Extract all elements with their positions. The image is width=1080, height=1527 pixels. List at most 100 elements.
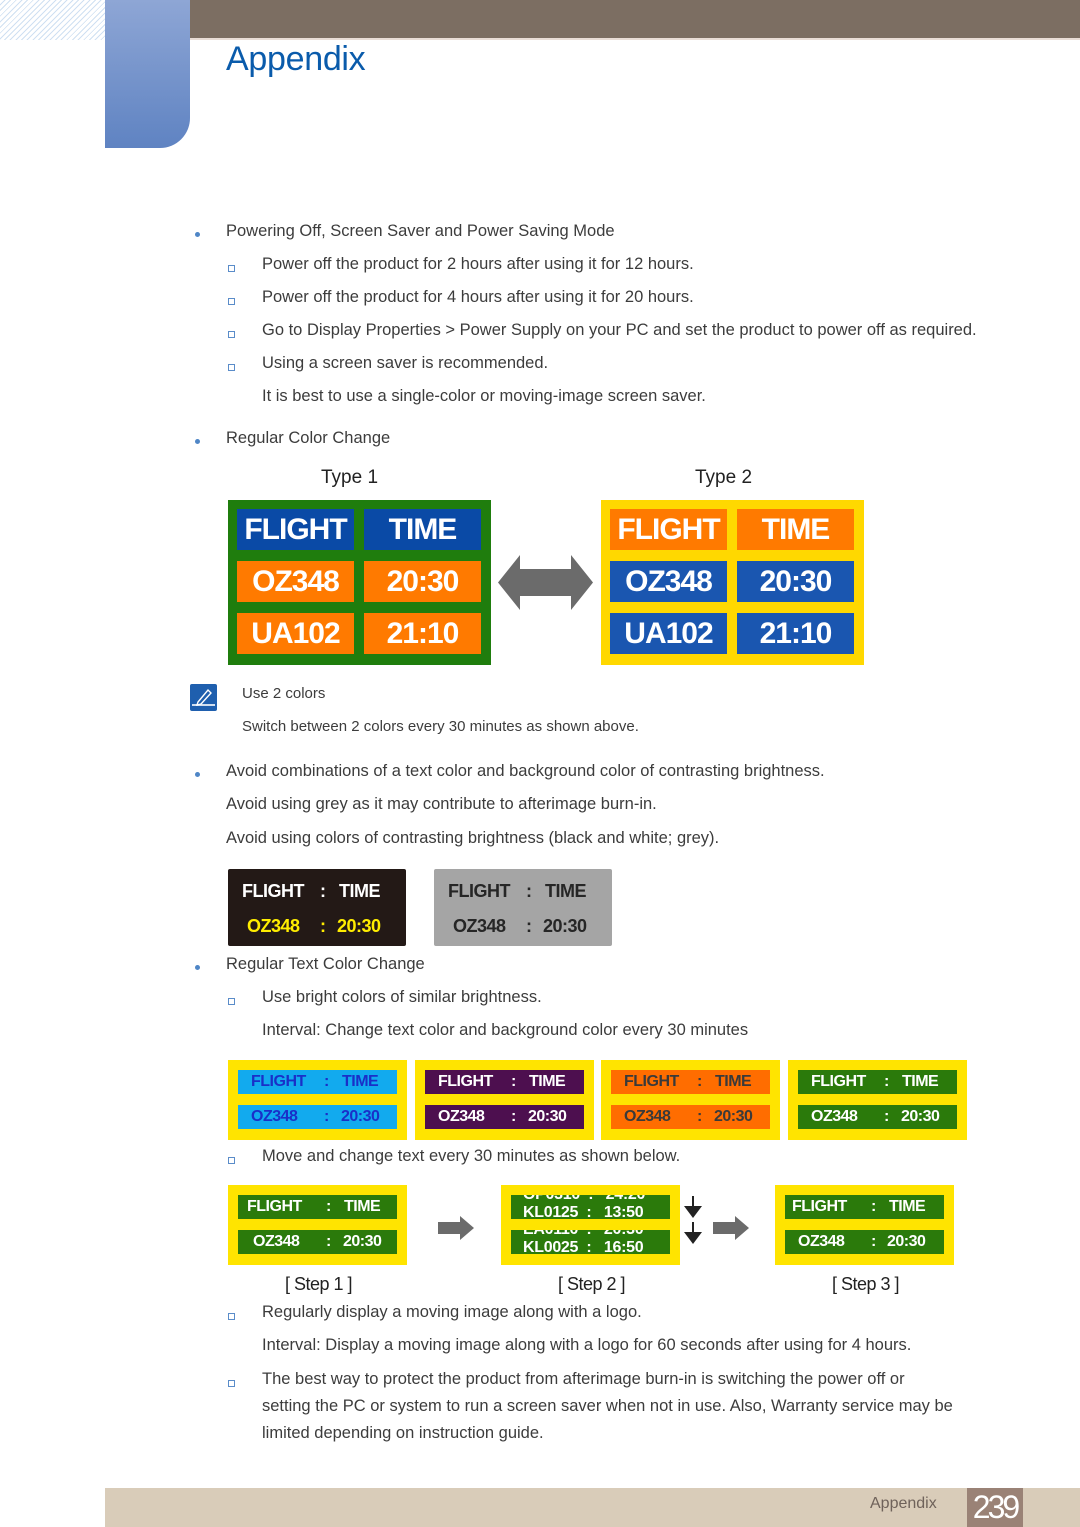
- header-hatch-decoration: [0, 0, 105, 40]
- square-bullet-icon: [228, 364, 235, 371]
- board-time: TIME: [715, 1073, 752, 1090]
- step1-label: [ Step 1 ]: [285, 1274, 353, 1294]
- step2-board: OP0310 : 24:20 KL0125 : 13:50 EA0110 : 2…: [501, 1185, 680, 1265]
- step1-board: FLIGHT: TIME OZ348:20:30: [228, 1185, 407, 1265]
- board-time: TIME: [889, 1198, 926, 1215]
- step2-scroll-bar-top: OP0310 : 24:20 KL0125 : 13:50: [511, 1195, 670, 1219]
- section-heading-contrast: Avoid combinations of a text color and b…: [226, 762, 825, 780]
- list-item: Go to Display Properties > Power Supply …: [262, 321, 977, 339]
- arrow-down-icon: [684, 1222, 702, 1244]
- example-code: OZ348: [247, 916, 300, 936]
- example-sep: :: [320, 881, 326, 901]
- board-header-bar: FLIGHT: TIME: [798, 1070, 957, 1094]
- list-item-line: setting the PC or system to run a screen…: [262, 1397, 953, 1415]
- board-code: OZ348: [624, 1108, 671, 1125]
- square-bullet-icon: [228, 331, 235, 338]
- arrow-right-icon: [713, 1216, 749, 1240]
- step3-label: [ Step 3 ]: [832, 1274, 900, 1294]
- page-number: 239: [967, 1488, 1023, 1527]
- board-sep: :: [326, 1233, 331, 1250]
- section-heading-text-color: Regular Text Color Change: [226, 955, 425, 973]
- board-flight: FLIGHT: [247, 1198, 302, 1215]
- board-sep: :: [697, 1073, 702, 1090]
- contrast-line-2: Avoid using grey as it may contribute to…: [226, 795, 657, 813]
- board-time: TIME: [344, 1198, 381, 1215]
- board-sep: :: [884, 1108, 889, 1125]
- square-bullet-icon: [228, 298, 235, 305]
- square-bullet-icon: [228, 265, 235, 272]
- section-heading-color-change: Regular Color Change: [226, 429, 391, 447]
- type2-row2-flight: UA102: [610, 613, 727, 654]
- type1-header-flight: FLIGHT: [237, 509, 354, 550]
- board-time: TIME: [902, 1073, 939, 1090]
- list-item: Power off the product for 4 hours after …: [262, 288, 694, 306]
- type2-label: Type 2: [695, 467, 753, 488]
- board-header-bar: FLIGHT: TIME: [238, 1070, 397, 1094]
- text-color-board-3: FLIGHT: TIME OZ348:20:30: [601, 1060, 780, 1140]
- square-bullet-icon: [228, 1157, 235, 1164]
- board-time: TIME: [529, 1073, 566, 1090]
- step2-line: KL0125 : 13:50: [523, 1204, 644, 1219]
- board-header-bar: FLIGHT: TIME: [425, 1070, 584, 1094]
- board-value-bar: OZ348:20:30: [425, 1105, 584, 1129]
- example-sep: :: [526, 916, 532, 936]
- step2-label: [ Step 2 ]: [558, 1274, 626, 1294]
- chapter-tab-decoration: [105, 0, 190, 148]
- footer-section-label: Appendix: [870, 1495, 937, 1512]
- swap-arrow-icon: [498, 555, 593, 610]
- example-clock: 20:30: [543, 916, 587, 936]
- example-flight: FLIGHT: [448, 881, 511, 901]
- board-value-bar: OZ348:20:30: [238, 1230, 397, 1254]
- type2-header-time: TIME: [737, 509, 854, 550]
- list-item: Move and change text every 30 minutes as…: [262, 1147, 681, 1165]
- note-pencil-icon: [190, 684, 217, 711]
- board-code: OZ348: [798, 1233, 845, 1250]
- type2-header-flight: FLIGHT: [610, 509, 727, 550]
- board-value-bar: OZ348:20:30: [785, 1230, 944, 1254]
- example-time: TIME: [545, 881, 587, 901]
- type2-row1-flight: OZ348: [610, 561, 727, 602]
- board-clock: 20:30: [887, 1233, 926, 1250]
- board-value-bar: OZ348:20:30: [798, 1105, 957, 1129]
- contrast-example-grey: FLIGHT: TIME OZ348:20:30: [434, 869, 612, 946]
- board-clock: 20:30: [528, 1108, 567, 1125]
- text-color-board-1: FLIGHT: TIME OZ348:20:30: [228, 1060, 407, 1140]
- page-title: Appendix: [226, 40, 366, 78]
- list-item: Regularly display a moving image along w…: [262, 1303, 642, 1321]
- type1-row2-flight: UA102: [237, 613, 354, 654]
- board-header-bar: FLIGHT: TIME: [611, 1070, 770, 1094]
- list-item-note: It is best to use a single-color or movi…: [262, 387, 706, 405]
- section-heading-power: Powering Off, Screen Saver and Power Sav…: [226, 222, 615, 240]
- type1-label: Type 1: [321, 467, 379, 488]
- arrow-right-icon: [438, 1216, 474, 1240]
- step3-board: FLIGHT: TIME OZ348:20:30: [775, 1185, 954, 1265]
- board-clock: 20:30: [901, 1108, 940, 1125]
- board-value-bar: OZ348:20:30: [611, 1105, 770, 1129]
- type1-board: FLIGHT TIME OZ348 20:30 UA102 21:10: [228, 500, 491, 665]
- board-sep: :: [871, 1198, 876, 1215]
- example-time: TIME: [339, 881, 381, 901]
- step2-line: KL0025 : 16:50: [523, 1239, 644, 1254]
- board-time: TIME: [342, 1073, 379, 1090]
- board-sep: :: [511, 1073, 516, 1090]
- board-flight: FLIGHT: [624, 1073, 679, 1090]
- board-sep: :: [324, 1108, 329, 1125]
- example-code: OZ348: [453, 916, 506, 936]
- bullet-icon: [195, 772, 200, 777]
- board-sep: :: [871, 1233, 876, 1250]
- square-bullet-icon: [228, 1380, 235, 1387]
- board-code: OZ348: [251, 1108, 298, 1125]
- list-item: Use bright colors of similar brightness.: [262, 988, 542, 1006]
- board-flight: FLIGHT: [792, 1198, 847, 1215]
- board-sep: :: [884, 1073, 889, 1090]
- board-code: OZ348: [253, 1233, 300, 1250]
- arrow-down-icon: [684, 1196, 702, 1218]
- board-clock: 20:30: [341, 1108, 380, 1125]
- board-sep: :: [697, 1108, 702, 1125]
- list-item-line: limited depending on instruction guide.: [262, 1424, 544, 1442]
- example-sep: :: [526, 881, 532, 901]
- board-flight: FLIGHT: [438, 1073, 493, 1090]
- note-title: Use 2 colors: [242, 685, 326, 702]
- board-header-bar: FLIGHT: TIME: [785, 1195, 944, 1219]
- bullet-icon: [195, 232, 200, 237]
